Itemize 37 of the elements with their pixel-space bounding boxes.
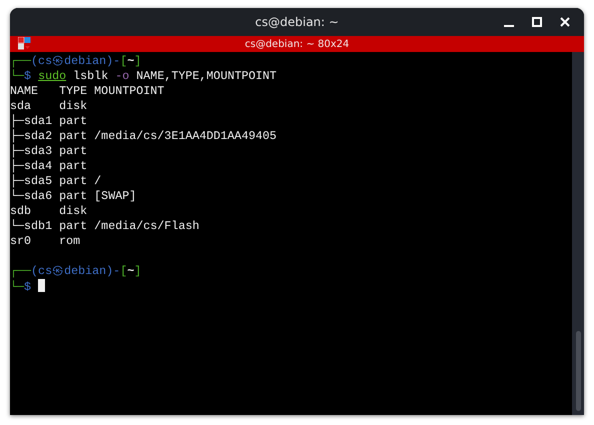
terminal-text: sda disk	[10, 99, 88, 113]
terminal-text: -o	[115, 69, 130, 83]
terminal-text: ├─sda2 part /media/cs/3E1AA4DD1AA49405	[10, 129, 277, 143]
terminal-text: [	[120, 54, 128, 68]
scrollbar[interactable]	[572, 52, 584, 415]
terminal-text: ┌──	[10, 54, 32, 68]
terminal-text: ~	[127, 54, 134, 68]
terminal-text: $	[24, 280, 32, 294]
terminal-text: ]	[134, 54, 142, 68]
terminal-text: [	[120, 264, 128, 278]
terminal-text: lsblk	[72, 69, 110, 83]
terminal-text: sdb disk	[10, 204, 88, 218]
terminal-text: └─	[10, 280, 24, 294]
terminal-text: ┌──	[10, 264, 32, 278]
terminal-text: ├─sda3 part	[10, 144, 88, 158]
terminal-text: ├─sda5 part /	[10, 174, 102, 188]
terminal-text: (cs㉿debian)-	[31, 54, 120, 68]
terminal-app-icon	[18, 37, 32, 51]
terminal-text: └─	[10, 69, 24, 83]
minimize-icon	[504, 24, 514, 26]
terminal-text: NAME,TYPE,MOUNTPOINT	[135, 69, 277, 83]
terminal-text: (cs㉿debian)-	[31, 264, 120, 278]
terminal-text: ├─sda4 part	[10, 159, 88, 173]
close-icon	[560, 17, 570, 27]
terminal-text: └─sdb1 part /media/cs/Flash	[10, 219, 200, 233]
session-title: cs@debian: ~ 80x24	[244, 38, 350, 50]
terminal-text: ~	[127, 264, 134, 278]
terminal-text: sr0 rom	[10, 234, 80, 248]
terminal-text: └─sda6 part [SWAP]	[10, 189, 136, 203]
window-title: cs@debian: ~	[255, 15, 339, 29]
terminal-text: $	[24, 69, 32, 83]
terminal-text: sudo	[38, 69, 66, 83]
scrollbar-thumb[interactable]	[576, 331, 580, 411]
terminal-text: NAME TYPE MOUNTPOINT	[10, 84, 164, 98]
terminal-text: ├─sda1 part	[10, 114, 88, 128]
maximize-icon	[532, 17, 542, 27]
terminal-text: ]	[134, 264, 142, 278]
